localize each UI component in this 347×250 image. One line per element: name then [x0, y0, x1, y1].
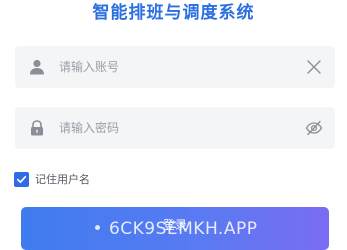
page-title: 智能排班与调度系统 — [92, 3, 255, 23]
lock-icon — [31, 120, 43, 136]
password-field[interactable] — [15, 107, 335, 149]
clear-icon[interactable] — [305, 58, 323, 76]
login-page: 智能排班与调度系统 记住用户名 登录 — [0, 0, 347, 250]
account-input[interactable] — [59, 46, 289, 88]
check-icon — [16, 175, 27, 183]
remember-username[interactable]: 记住用户名 — [14, 171, 90, 187]
password-input[interactable] — [59, 107, 289, 149]
remember-checkbox[interactable] — [14, 171, 29, 187]
login-button[interactable]: 登录 • 6CK9SEMKH.APP — [21, 207, 329, 250]
user-icon — [30, 59, 44, 75]
account-field[interactable] — [15, 46, 335, 88]
eye-off-icon[interactable] — [305, 119, 323, 137]
watermark-text: • 6CK9SEMKH.APP — [92, 219, 258, 239]
remember-label: 记住用户名 — [35, 173, 90, 186]
